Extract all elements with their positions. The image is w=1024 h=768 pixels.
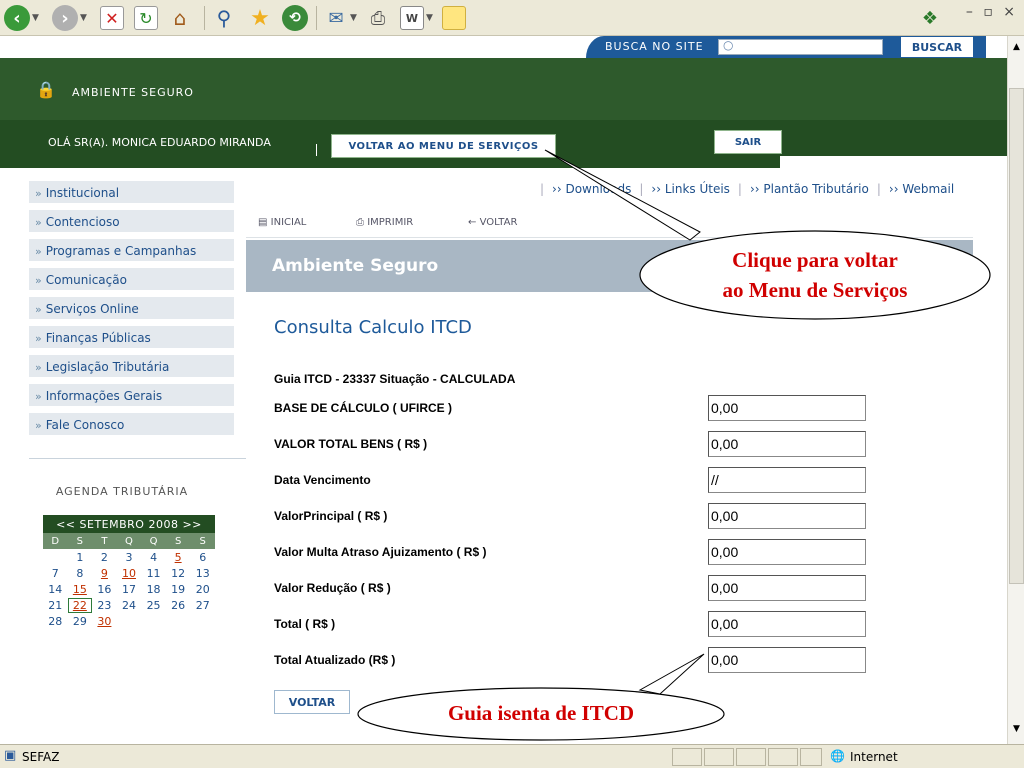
bottom-callout-text: Guia isenta de ITCD bbox=[447, 701, 635, 725]
top-callout-line1: Clique para voltar bbox=[732, 248, 898, 272]
top-callout-line2: ao Menu de Serviços bbox=[722, 278, 908, 302]
top-callout-pointer bbox=[544, 149, 701, 241]
top-callout-text: Clique para voltar ao Menu de Serviços bbox=[640, 245, 990, 305]
bottom-callout-pointer bbox=[638, 653, 705, 695]
callout-overlay bbox=[357, 149, 991, 741]
